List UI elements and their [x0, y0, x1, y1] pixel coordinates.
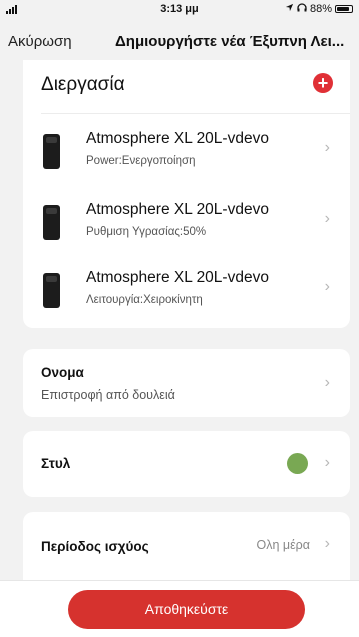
chevron-right-icon: ›: [324, 374, 330, 391]
battery-icon: [335, 5, 353, 13]
device-thumbnail: [43, 134, 60, 169]
save-button[interactable]: Αποθηκεύστε: [68, 590, 305, 629]
process-card: Διεργασία + Atmosphere XL 20L-vdevo Powe…: [23, 60, 350, 328]
page-title: Δημιουργήστε νέα Έξυπνη Λει...: [115, 33, 345, 50]
style-color-swatch: [287, 453, 308, 474]
chevron-right-icon: ›: [324, 454, 330, 471]
chevron-right-icon: ›: [324, 139, 330, 156]
process-item-2[interactable]: Atmosphere XL 20L-vdevo Ρυθμιση Υγρασίας…: [23, 195, 350, 255]
process-item-3[interactable]: Atmosphere XL 20L-vdevo Λειτουργία:Χειρο…: [23, 263, 350, 323]
device-name: Atmosphere XL 20L-vdevo: [86, 201, 269, 218]
device-thumbnail: [43, 273, 60, 308]
style-row[interactable]: Στυλ ›: [23, 431, 350, 497]
process-item-1[interactable]: Atmosphere XL 20L-vdevo Power:Ενεργοποίη…: [23, 124, 350, 184]
location-icon: [285, 3, 294, 15]
device-thumbnail: [43, 205, 60, 240]
cancel-button[interactable]: Ακύρωση: [8, 33, 72, 50]
device-action: Ρυθμιση Υγρασίας:50%: [86, 226, 207, 238]
status-right: 88%: [285, 3, 353, 15]
process-section-title: Διεργασία: [41, 74, 125, 95]
nav-header: Ακύρωση Δημιουργήστε νέα Έξυπνη Λει...: [0, 20, 359, 60]
chevron-right-icon: ›: [324, 535, 330, 552]
power-period-row[interactable]: Περίοδος ισχύος Ολη μέρα ›: [23, 512, 350, 580]
footer: Αποθηκεύστε: [0, 580, 359, 637]
headphones-icon: [297, 3, 307, 15]
divider: [41, 113, 350, 114]
status-bar: 3:13 μμ 88%: [0, 0, 359, 20]
battery-level: [337, 7, 350, 11]
style-label: Στυλ: [41, 456, 71, 471]
device-name: Atmosphere XL 20L-vdevo: [86, 130, 269, 147]
chevron-right-icon: ›: [324, 278, 330, 295]
chevron-right-icon: ›: [324, 210, 330, 227]
name-value: Επιστροφή από δουλειά: [41, 388, 175, 402]
add-process-button[interactable]: +: [313, 73, 333, 93]
device-action: Power:Ενεργοποίηση: [86, 155, 196, 167]
name-label: Ονομα: [41, 365, 84, 380]
battery-percent: 88%: [309, 3, 332, 15]
power-period-label: Περίοδος ισχύος: [41, 539, 149, 554]
name-row[interactable]: Ονομα Επιστροφή από δουλειά ›: [23, 349, 350, 417]
power-period-value: Ολη μέρα: [256, 538, 310, 552]
plus-icon: +: [317, 73, 329, 93]
device-name: Atmosphere XL 20L-vdevo: [86, 269, 269, 286]
device-action: Λειτουργία:Χειροκίνητη: [86, 294, 203, 306]
